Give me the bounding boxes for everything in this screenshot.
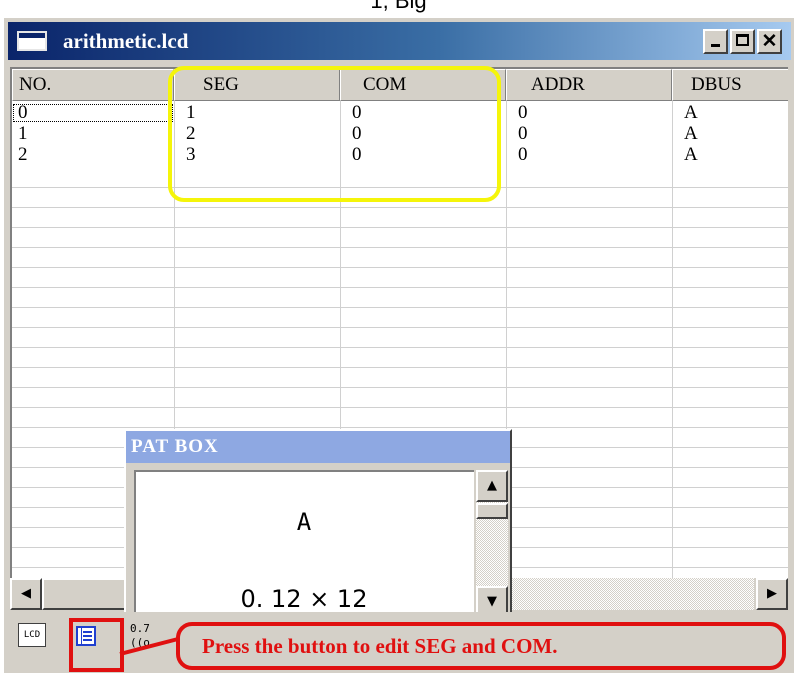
cell-addr: 0 [518,144,528,165]
focus-cell-outline [13,104,173,122]
minimize-icon [711,44,720,47]
cell-dbus: A [684,102,698,123]
cell-no: 2 [18,144,28,165]
row-divider [12,367,788,368]
row-divider [12,387,788,388]
row-divider [12,267,788,268]
vertical-scroll-thumb[interactable] [476,503,508,519]
row-divider [12,327,788,328]
cell-dbus: A [684,123,698,144]
pat-box-title: PAT BOX [131,436,219,457]
scroll-left-button[interactable]: ◀ [10,578,42,610]
seg-com-highlight [168,66,501,202]
column-header-addr[interactable]: ADDR [506,69,672,101]
minimize-button[interactable] [703,29,728,54]
maximize-icon [736,34,749,46]
arrow-right-icon: ▶ [767,586,777,601]
pattern-size: 0. 12 × 12 [240,585,368,613]
row-divider [12,287,788,288]
arrow-down-icon: ▼ [487,594,497,609]
row-divider [12,227,788,228]
cell-addr: 0 [518,102,528,123]
top-caption: 1, Big [370,0,427,13]
close-button[interactable]: ✕ [757,29,782,54]
app-icon [17,31,47,51]
lcd-view-button[interactable]: LCD [18,623,46,647]
row-divider [12,347,788,348]
cell-addr: 0 [518,123,528,144]
button-highlight-frame [69,618,124,672]
row-divider [12,307,788,308]
callout-text: Press the button to edit SEG and COM. [202,634,558,658]
arrow-up-icon: ▲ [487,478,497,493]
row-divider [12,407,788,408]
column-header-no[interactable]: NO. [12,69,174,101]
scroll-up-button[interactable]: ▲ [476,470,508,502]
window-title: arithmetic.lcd [63,29,189,53]
callout-pointer [119,637,179,656]
cell-dbus: A [684,144,698,165]
maximize-button[interactable] [730,29,755,54]
row-divider [12,427,788,428]
row-divider [12,207,788,208]
scroll-right-button[interactable]: ▶ [756,578,788,610]
column-header-dbus[interactable]: DBUS [672,69,788,101]
pattern-glyph: A [296,508,312,536]
arrow-left-icon: ◀ [21,586,31,601]
row-divider [12,247,788,248]
close-icon: ✕ [761,31,778,52]
cell-no: 1 [18,123,28,144]
